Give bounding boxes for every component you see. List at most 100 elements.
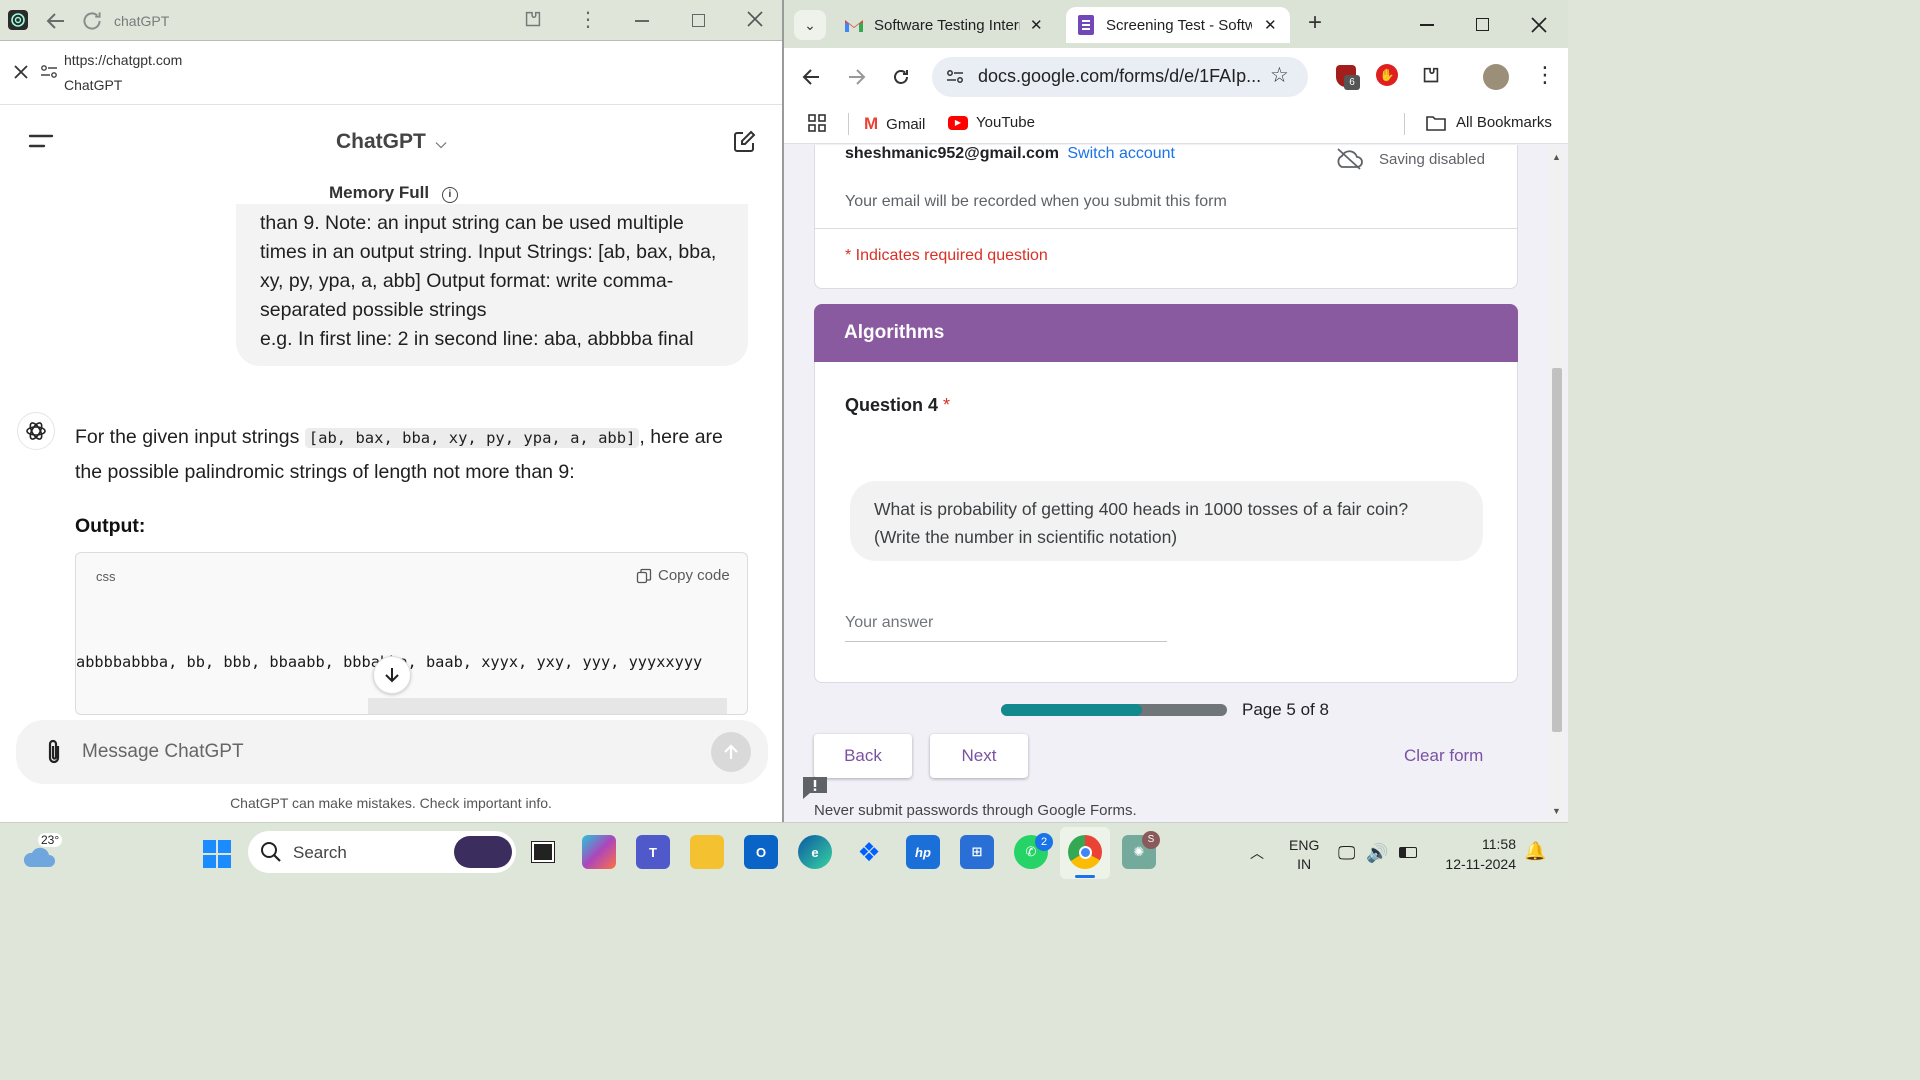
address-bar[interactable]: docs.google.com/forms/d/e/1FAIp... ☆ xyxy=(932,57,1308,97)
dropbox-icon[interactable]: ❖ xyxy=(852,835,886,869)
site-info-icon[interactable] xyxy=(946,68,964,86)
date: 12-11-2024 xyxy=(1445,856,1516,872)
back-icon[interactable] xyxy=(802,67,822,87)
scrollbar-thumb[interactable] xyxy=(1552,368,1562,732)
tab-gmail[interactable]: Software Testing Intern ✕ xyxy=(832,7,1054,43)
switch-account-link[interactable]: Switch account xyxy=(1067,145,1175,162)
new-tab-button[interactable]: + xyxy=(1308,11,1322,35)
volume-icon[interactable]: 🔊 xyxy=(1366,843,1388,864)
tab-forms[interactable]: Screening Test - Softw ✕ xyxy=(1066,7,1290,43)
form-header-card: sheshmanic952@gmail.com Switch account S… xyxy=(814,145,1518,289)
sidebar-menu-icon[interactable] xyxy=(28,132,54,152)
profile-badge: S xyxy=(1142,831,1160,849)
minimize-icon[interactable] xyxy=(1420,24,1434,26)
outlook-icon[interactable]: O xyxy=(744,835,778,869)
back-arrow-icon[interactable] xyxy=(44,9,68,33)
network-icon[interactable]: 🖵 xyxy=(1338,843,1355,864)
teams-icon[interactable]: T xyxy=(636,835,670,869)
scroll-down-icon[interactable]: ▼ xyxy=(1552,806,1561,816)
all-bookmarks[interactable]: All Bookmarks xyxy=(1426,114,1552,131)
start-button[interactable] xyxy=(202,839,232,869)
saving-status-text: Saving disabled xyxy=(1379,150,1485,168)
more-menu-icon[interactable]: ⋮ xyxy=(578,10,598,30)
bookmark-gmail[interactable]: M Gmail xyxy=(864,114,925,134)
ublock-icon[interactable]: 6 xyxy=(1336,65,1360,90)
attach-icon[interactable] xyxy=(44,738,64,766)
bookmark-star-icon[interactable]: ☆ xyxy=(1270,63,1289,88)
edge-icon[interactable]: e xyxy=(798,835,832,869)
maximize-icon[interactable] xyxy=(1476,18,1489,31)
question-card: Question 4 * What is probability of gett… xyxy=(814,362,1518,683)
adblock-icon[interactable]: ✋ xyxy=(1376,64,1398,86)
reload-icon[interactable] xyxy=(79,8,105,34)
microsoft-store-icon[interactable]: ⊞ xyxy=(960,835,994,869)
close-window-icon[interactable] xyxy=(1530,16,1548,34)
site-settings-icon[interactable] xyxy=(40,63,58,81)
copy-code-button[interactable]: Copy code xyxy=(636,567,730,584)
language-indicator[interactable]: ENG IN xyxy=(1289,836,1319,874)
profile-avatar[interactable] xyxy=(1483,64,1509,90)
taskbar-search[interactable]: Search xyxy=(248,831,516,873)
reload-icon[interactable] xyxy=(890,66,912,88)
notification-bell-icon[interactable]: 🔔 xyxy=(1524,841,1546,862)
page-scrollbar[interactable]: ▲ ▼ xyxy=(1548,146,1566,822)
chrome-icon[interactable] xyxy=(1068,835,1102,869)
clear-form-button[interactable]: Clear form xyxy=(1404,746,1483,766)
copilot-icon[interactable] xyxy=(582,835,616,869)
disclaimer: ChatGPT can make mistakes. Check importa… xyxy=(230,795,552,811)
forward-icon[interactable] xyxy=(846,67,866,87)
message-input[interactable]: Message ChatGPT xyxy=(82,741,244,763)
scroll-up-icon[interactable]: ▲ xyxy=(1552,152,1561,162)
user-message-line: times in an output string. Input Strings… xyxy=(260,241,717,263)
maximize-icon[interactable] xyxy=(692,14,705,27)
google-forms-icon xyxy=(1078,15,1094,35)
new-chat-icon[interactable] xyxy=(731,129,757,155)
answer-input[interactable]: Your answer xyxy=(845,614,1167,642)
battery-icon[interactable] xyxy=(1399,847,1417,858)
progress-fill xyxy=(1001,704,1143,716)
report-feedback-icon[interactable] xyxy=(802,776,828,800)
code-horizontal-scrollbar[interactable] xyxy=(368,698,727,714)
file-explorer-icon[interactable] xyxy=(690,835,724,869)
weather-widget[interactable]: 23° xyxy=(22,833,63,869)
assistant-intro-suffix: , here are xyxy=(639,426,723,448)
clock[interactable]: 11:58 12-11-2024 xyxy=(1436,834,1516,874)
code-language: css xyxy=(96,569,116,584)
tab-title: Software Testing Intern xyxy=(874,16,1020,34)
chevron-up-icon[interactable]: ︿ xyxy=(1250,843,1264,863)
scroll-down-button[interactable] xyxy=(373,656,411,694)
gmail-icon xyxy=(845,20,863,32)
bookmark-youtube[interactable]: ▶ YouTube xyxy=(948,114,1035,131)
task-view-icon[interactable] xyxy=(526,835,560,869)
saving-status: Saving disabled xyxy=(1335,147,1485,171)
memory-status[interactable]: Memory Full i xyxy=(329,183,458,203)
extensions-puzzle-icon[interactable] xyxy=(1420,65,1442,87)
myhp-icon[interactable]: hp xyxy=(906,835,940,869)
bookmarks-bar: M Gmail ▶ YouTube All Bookmarks xyxy=(784,104,1568,144)
close-icon[interactable] xyxy=(14,65,28,79)
all-bookmarks-label: All Bookmarks xyxy=(1456,114,1552,131)
account-row: sheshmanic952@gmail.com Switch account xyxy=(845,145,1175,163)
extensions-icon[interactable] xyxy=(522,9,544,31)
model-selector[interactable]: ChatGPT ⌵ xyxy=(336,130,446,154)
tab-search-button[interactable]: ⌄ xyxy=(794,10,826,40)
page-url[interactable]: https://chatgpt.com xyxy=(64,52,182,68)
apps-grid-icon[interactable] xyxy=(808,114,826,132)
close-tab-icon[interactable]: ✕ xyxy=(1030,16,1043,34)
chevron-down-icon: ⌄ xyxy=(804,16,816,33)
close-window-icon[interactable] xyxy=(746,10,764,28)
menu-icon[interactable]: ⋮ xyxy=(1534,62,1556,88)
send-button[interactable] xyxy=(711,732,751,772)
back-button[interactable]: Back xyxy=(814,734,912,778)
minimize-icon[interactable] xyxy=(635,20,649,22)
chat-scrollbar[interactable] xyxy=(770,208,776,708)
code-block: css Copy code abbbbabbba, bb, bbb, bbaab… xyxy=(75,552,748,715)
cloud-off-icon xyxy=(1337,148,1363,170)
browser-window: ⌄ Software Testing Intern ✕ Screening Te… xyxy=(784,0,1568,822)
close-tab-icon[interactable]: ✕ xyxy=(1264,16,1277,34)
taskbar: 23° Search T O e ❖ hp ⊞ ✆ 2 ✺ S ︿ ENG IN… xyxy=(0,822,1568,882)
next-button[interactable]: Next xyxy=(930,734,1028,778)
tab-strip: ⌄ Software Testing Intern ✕ Screening Te… xyxy=(784,0,1568,48)
left-url-bar: https://chatgpt.com ChatGPT xyxy=(0,41,782,105)
gmail-icon: M xyxy=(864,114,879,133)
